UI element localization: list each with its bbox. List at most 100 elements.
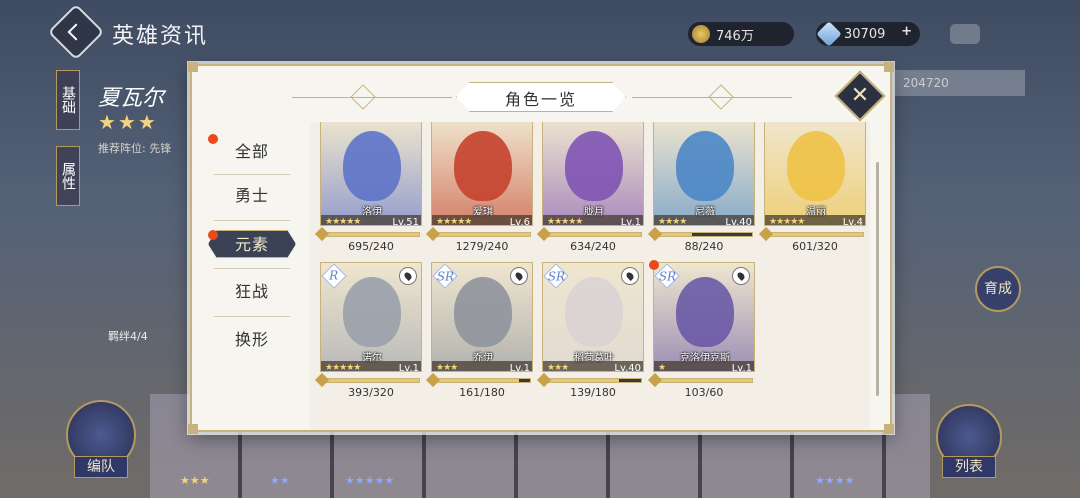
fragment-progress-bar xyxy=(647,372,753,388)
element-icon xyxy=(510,267,528,285)
character-level: Lv.1 xyxy=(620,216,641,226)
character-stars: ★★★ xyxy=(436,363,458,372)
character-card[interactable]: R 诺尔 ★★★★★ Lv.1 393/320 xyxy=(314,262,422,399)
roster-stars: ★★★★★ xyxy=(345,474,395,487)
fragment-count: 601/320 xyxy=(792,240,838,253)
character-portrait: 尼薇 ★★★★ Lv.40 xyxy=(653,122,755,226)
fragment-progress-bar xyxy=(536,372,642,388)
gold-amount: 746万 xyxy=(716,28,754,44)
fragment-icon xyxy=(314,226,330,242)
gold-coin-icon xyxy=(692,25,710,43)
character-name: 诺尔 xyxy=(362,353,382,364)
modal-corner xyxy=(884,62,894,72)
fragment-progress-fill xyxy=(434,379,520,382)
character-card[interactable]: SR 稻荷葛叶 ★★★ Lv.40 139/180 xyxy=(536,262,644,399)
fragment-count: 139/180 xyxy=(570,386,616,399)
fragment-count: 161/180 xyxy=(459,386,505,399)
character-name: 稻荷葛叶 xyxy=(574,353,614,364)
character-info-bar: ★★★ Lv.1 xyxy=(432,361,532,372)
close-icon: ✕ xyxy=(850,83,870,108)
notification-dot xyxy=(208,230,218,240)
hero-name: 夏瓦尔 xyxy=(98,86,165,111)
fragment-progress-fill xyxy=(545,233,641,236)
fragment-progress-fill xyxy=(434,233,530,236)
chat-icon[interactable] xyxy=(950,24,980,44)
fragment-progress-fill xyxy=(323,233,419,236)
grow-button[interactable]: 育成 xyxy=(975,266,1021,312)
filter-all[interactable]: 全部 xyxy=(208,138,296,166)
character-info-bar: ★★★ Lv.40 xyxy=(543,361,643,371)
character-figure xyxy=(454,131,512,201)
filter-shapeshift[interactable]: 换形 xyxy=(208,326,296,354)
character-figure xyxy=(343,277,401,347)
character-card[interactable]: SR 乔伊 ★★★ Lv.1 161/180 xyxy=(425,262,533,399)
character-card[interactable]: 尼薇 ★★★★ Lv.40 88/240 xyxy=(647,122,755,253)
fragment-progress-fill xyxy=(767,233,863,236)
roster-stars: ★★ xyxy=(270,474,290,487)
fragment-icon xyxy=(536,372,552,388)
character-info-bar: ★★★★★ Lv.4 xyxy=(765,215,865,225)
character-figure xyxy=(676,277,734,347)
character-card[interactable]: 胧月 ★★★★★ Lv.1 634/240 xyxy=(536,122,644,253)
character-portrait: SR 乔伊 ★★★ Lv.1 xyxy=(431,262,533,372)
fragment-count: 88/240 xyxy=(684,240,724,253)
fragment-progress-fill xyxy=(323,379,419,382)
grid-scrollbar[interactable] xyxy=(876,162,879,396)
fragment-count: 103/60 xyxy=(684,386,724,399)
tab-basic[interactable]: 基础 xyxy=(56,70,80,130)
character-grid: 洛伊 ★★★★★ Lv.51 695/240 爱琪 ★★★★★ Lv.6 1279/240 胧月… xyxy=(310,122,870,430)
hero-position: 推荐阵位: 先锋 xyxy=(98,142,172,155)
character-info-bar: ★★★★★ Lv.1 xyxy=(543,215,643,226)
rarity-label: SR xyxy=(658,269,677,284)
character-list-modal: 角色一览 ✕ 全部 勇士 元素 狂战 换形 洛伊 ★★★★★ Lv.51 695/24… xyxy=(188,62,894,434)
character-figure xyxy=(343,131,401,201)
character-name: 胧月 xyxy=(584,207,604,218)
hero-stars: ★★★ xyxy=(98,110,158,134)
fragment-icon xyxy=(425,226,441,242)
gold-counter: 746万 xyxy=(688,22,794,46)
filter-element[interactable]: 元素 xyxy=(208,230,296,258)
character-level: Lv.40 xyxy=(725,216,752,226)
character-name: 尼薇 xyxy=(695,207,715,218)
element-icon xyxy=(621,267,639,285)
fragment-progress-bar xyxy=(425,226,531,242)
character-portrait: 胧月 ★★★★★ Lv.1 xyxy=(542,122,644,226)
team-button-label[interactable]: 编队 xyxy=(74,456,128,478)
page-title: 英雄资讯 xyxy=(112,24,209,49)
character-figure xyxy=(565,131,623,201)
character-portrait: 温丽 ★★★★★ Lv.4 xyxy=(764,122,866,226)
title-ornament-diamond xyxy=(350,84,376,110)
character-name: 温丽 xyxy=(806,207,826,218)
character-figure xyxy=(454,277,512,347)
filter-warrior[interactable]: 勇士 xyxy=(208,182,296,210)
character-card[interactable]: 温丽 ★★★★★ Lv.4 601/320 xyxy=(758,122,866,253)
list-button-label[interactable]: 列表 xyxy=(942,456,996,478)
fragment-icon xyxy=(758,226,774,242)
character-portrait: SR 克洛伊克斯 ★ Lv.1 xyxy=(653,262,755,372)
gem-counter: 30709 + xyxy=(816,21,920,47)
rarity-badge: R xyxy=(321,263,347,289)
character-name: 爱琪 xyxy=(473,207,493,218)
fragment-icon xyxy=(536,226,552,242)
character-portrait: R 诺尔 ★★★★★ Lv.1 xyxy=(320,262,422,372)
add-gems-button[interactable]: + xyxy=(901,24,912,39)
fragment-icon xyxy=(647,226,663,242)
rarity-label: SR xyxy=(547,269,566,284)
filter-berserker[interactable]: 狂战 xyxy=(208,278,296,306)
fragment-icon xyxy=(647,372,663,388)
character-name: 克洛伊克斯 xyxy=(680,353,730,364)
gem-amount: 30709 xyxy=(844,26,886,42)
fragment-progress-bar xyxy=(647,226,753,242)
character-info-bar: ★★★★★ Lv.51 xyxy=(321,215,421,225)
character-card[interactable]: SR 克洛伊克斯 ★ Lv.1 103/60 xyxy=(647,262,755,399)
character-name: 洛伊 xyxy=(362,207,382,218)
character-stars: ★★★★★ xyxy=(325,363,361,372)
character-stars: ★★★★★ xyxy=(436,217,472,226)
roster-stars: ★★★★ xyxy=(815,474,855,487)
character-card[interactable]: 爱琪 ★★★★★ Lv.6 1279/240 xyxy=(425,122,533,253)
tab-attributes[interactable]: 属性 xyxy=(56,146,80,206)
character-card[interactable]: 洛伊 ★★★★★ Lv.51 695/240 xyxy=(314,122,422,253)
rarity-label: R xyxy=(329,268,339,283)
character-figure xyxy=(565,277,623,347)
close-button[interactable]: ✕ xyxy=(834,70,886,122)
